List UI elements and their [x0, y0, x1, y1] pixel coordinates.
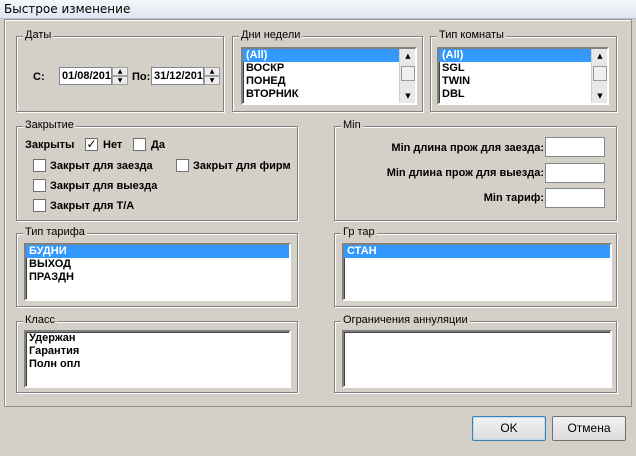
- list-item[interactable]: DBL: [439, 88, 607, 101]
- closed-arrival-label: Закрыт для заезда: [50, 160, 153, 172]
- weekdays-legend: Дни недели: [239, 29, 303, 41]
- list-item[interactable]: Полн опл: [26, 358, 289, 371]
- closed-yes-checkbox[interactable]: [133, 138, 146, 151]
- room-type-scrollbar[interactable]: ▲ ▼: [591, 49, 607, 103]
- list-item[interactable]: БУДНИ: [26, 245, 289, 258]
- closure-group: Закрытие Закрыты ✓ Нет Да Закрыт для зае…: [16, 119, 298, 221]
- list-item[interactable]: ПОНЕД: [243, 75, 415, 88]
- list-item[interactable]: ВОСКР: [243, 62, 415, 75]
- dialog-body: Даты С: 01/08/201 ▲ ▼ По: 31/12/201 ▲ ▼ …: [4, 19, 632, 407]
- min-rate-input[interactable]: [545, 188, 605, 208]
- list-item[interactable]: Гарантия: [26, 345, 289, 358]
- min-stay-arrival-label: Min длина прож для заезда:: [391, 142, 544, 154]
- list-item[interactable]: (All): [439, 49, 607, 62]
- min-legend: Min: [341, 119, 363, 131]
- class-legend: Класс: [23, 314, 57, 326]
- list-item[interactable]: Удержан: [26, 332, 289, 345]
- spin-down-icon[interactable]: ▼: [204, 76, 220, 85]
- closed-label: Закрыты: [25, 139, 75, 151]
- list-item[interactable]: СТАН: [344, 245, 610, 258]
- date-to-label: По:: [132, 71, 151, 83]
- closed-ta-label: Закрыт для Т/А: [50, 200, 135, 212]
- weekdays-scrollbar[interactable]: ▲ ▼: [399, 49, 415, 103]
- weekdays-group: Дни недели (All) ВОСКР ПОНЕД ВТОРНИК ▲ ▼: [232, 29, 423, 112]
- weekdays-listbox[interactable]: (All) ВОСКР ПОНЕД ВТОРНИК ▲ ▼: [241, 47, 417, 105]
- scroll-thumb[interactable]: [593, 66, 607, 81]
- rate-type-legend: Тип тарифа: [23, 226, 87, 238]
- closed-arrival-checkbox[interactable]: [33, 159, 46, 172]
- checkmark-icon: ✓: [86, 137, 97, 151]
- scroll-up-icon[interactable]: ▲: [592, 49, 607, 63]
- list-item[interactable]: ВЫХОД: [26, 258, 289, 271]
- list-item[interactable]: ПРАЗДН: [26, 271, 289, 284]
- closed-no-label: Нет: [103, 139, 123, 151]
- closed-departure-checkbox[interactable]: [33, 179, 46, 192]
- room-type-legend: Тип комнаты: [437, 29, 506, 41]
- list-item[interactable]: (All): [243, 49, 415, 62]
- list-item[interactable]: TWIN: [439, 75, 607, 88]
- date-from-label: С:: [33, 71, 45, 83]
- date-to-input[interactable]: 31/12/201: [151, 67, 204, 85]
- min-stay-departure-label: Min длина прож для выезда:: [386, 167, 544, 179]
- title-bar[interactable]: Быстрое изменение: [0, 0, 636, 19]
- list-item[interactable]: ВТОРНИК: [243, 88, 415, 101]
- scroll-down-icon[interactable]: ▼: [592, 89, 607, 103]
- spin-down-icon[interactable]: ▼: [112, 76, 128, 85]
- closed-firms-label: Закрыт для фирм: [193, 160, 291, 172]
- rate-group-legend: Гр тар: [341, 226, 377, 238]
- closed-yes-label: Да: [151, 139, 165, 151]
- min-stay-arrival-input[interactable]: [545, 137, 605, 157]
- closed-departure-label: Закрыт для выезда: [50, 180, 158, 192]
- rate-type-listbox[interactable]: БУДНИ ВЫХОД ПРАЗДН: [24, 243, 291, 301]
- closure-legend: Закрытие: [23, 119, 76, 131]
- cancel-button[interactable]: Отмена: [552, 416, 626, 441]
- scroll-down-icon[interactable]: ▼: [400, 89, 415, 103]
- rate-type-group: Тип тарифа БУДНИ ВЫХОД ПРАЗДН: [16, 226, 298, 307]
- spin-up-icon[interactable]: ▲: [204, 67, 220, 76]
- scroll-thumb[interactable]: [401, 66, 415, 81]
- scroll-up-icon[interactable]: ▲: [400, 49, 415, 63]
- closed-no-checkbox[interactable]: ✓: [85, 138, 98, 151]
- date-from-spinner[interactable]: ▲ ▼: [112, 67, 128, 85]
- room-type-listbox[interactable]: (All) SGL TWIN DBL ▲ ▼: [437, 47, 609, 105]
- date-to-spinner[interactable]: ▲ ▼: [204, 67, 220, 85]
- rate-group-listbox[interactable]: СТАН: [342, 243, 612, 301]
- class-listbox[interactable]: Удержан Гарантия Полн опл: [24, 330, 291, 388]
- cancellation-legend: Ограничения аннуляции: [341, 314, 470, 326]
- cancellation-group: Ограничения аннуляции: [334, 314, 617, 393]
- closed-ta-checkbox[interactable]: [33, 199, 46, 212]
- min-group: Min Min длина прож для заезда: Min длина…: [334, 119, 617, 221]
- dates-group: Даты С: 01/08/201 ▲ ▼ По: 31/12/201 ▲ ▼: [16, 29, 224, 112]
- ok-button[interactable]: OK: [472, 416, 546, 441]
- list-item[interactable]: SGL: [439, 62, 607, 75]
- min-stay-departure-input[interactable]: [545, 163, 605, 183]
- dates-legend: Даты: [23, 29, 54, 41]
- spin-up-icon[interactable]: ▲: [112, 67, 128, 76]
- closed-firms-checkbox[interactable]: [176, 159, 189, 172]
- class-group: Класс Удержан Гарантия Полн опл: [16, 314, 298, 393]
- window-title: Быстрое изменение: [4, 2, 131, 16]
- cancellation-listbox[interactable]: [342, 330, 612, 388]
- date-from-input[interactable]: 01/08/201: [59, 67, 112, 85]
- rate-group-group: Гр тар СТАН: [334, 226, 617, 307]
- min-rate-label: Min тариф:: [483, 192, 544, 204]
- room-type-group: Тип комнаты (All) SGL TWIN DBL ▲ ▼: [430, 29, 617, 112]
